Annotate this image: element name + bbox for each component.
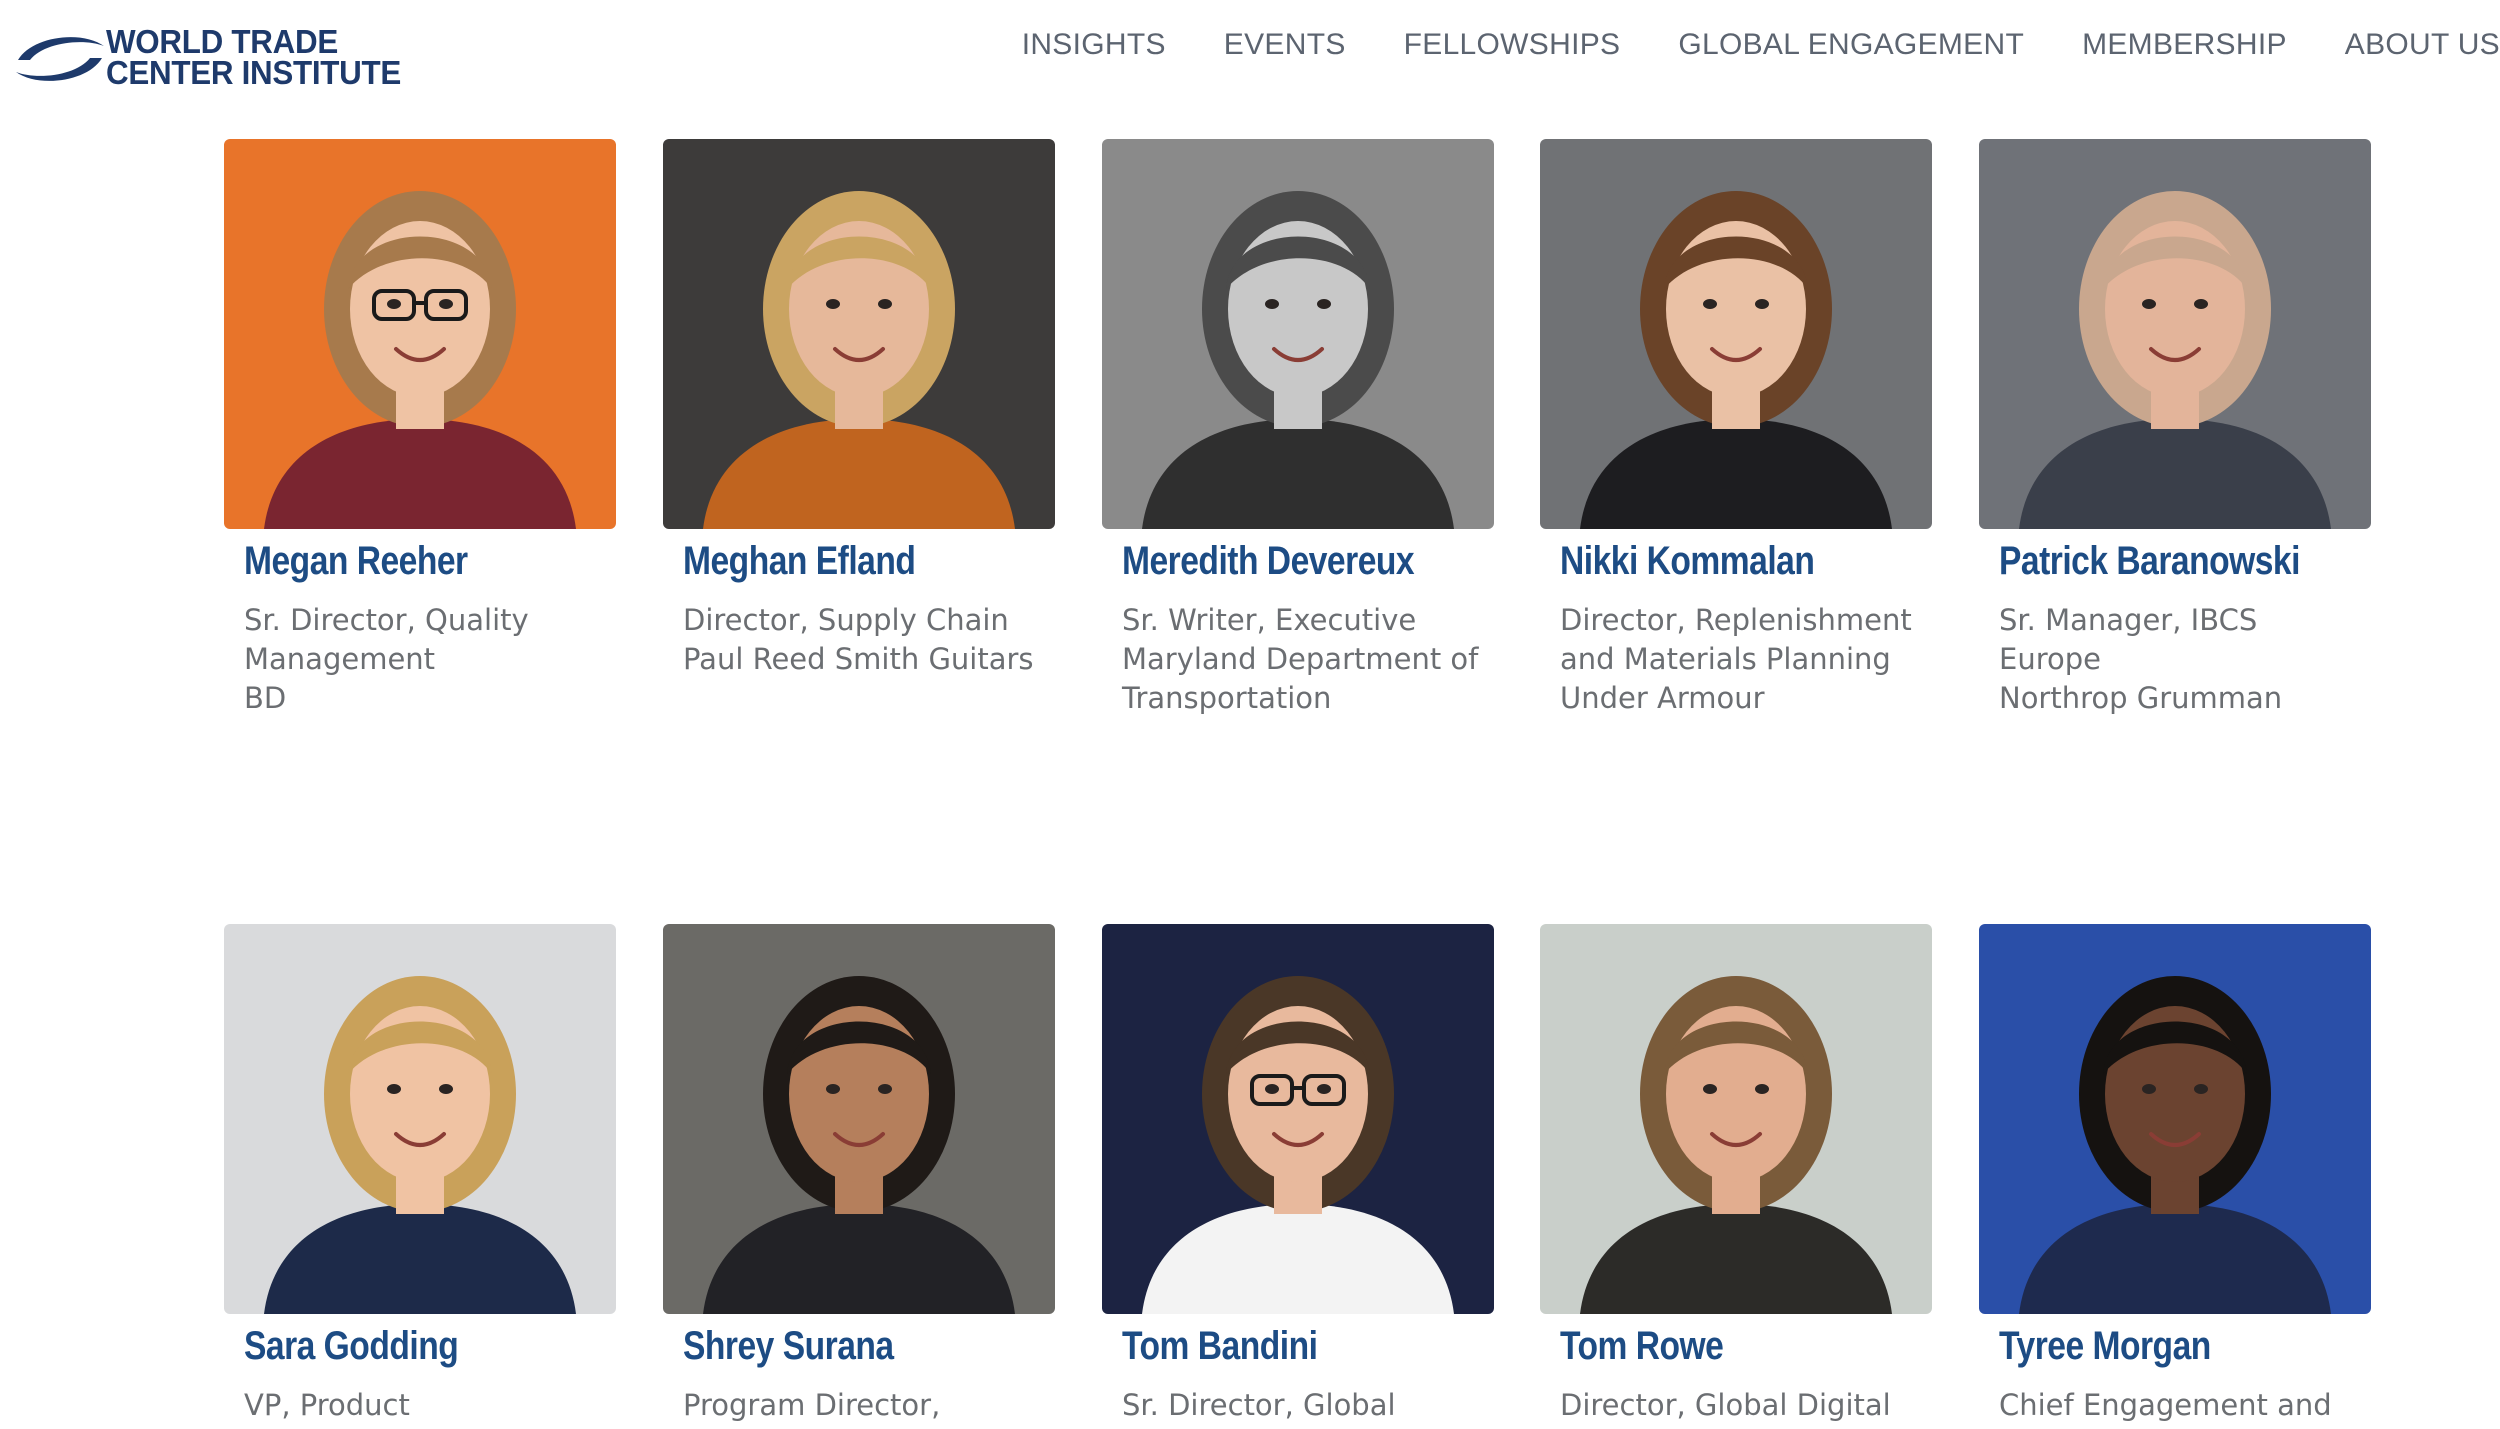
person-name[interactable]: Meghan Efland bbox=[683, 539, 916, 584]
person-portrait-image bbox=[224, 139, 616, 529]
person-role-line: Program Director, bbox=[683, 1388, 941, 1422]
person-role-line: Paul Reed Smith Guitars bbox=[683, 642, 1034, 676]
person-name[interactable]: Patrick Baranowski bbox=[1999, 539, 2300, 584]
person-portrait-image bbox=[1540, 139, 1932, 529]
person-role-line: and Materials Planning bbox=[1560, 642, 1891, 676]
person-role-line: Management bbox=[244, 642, 436, 676]
person-photo[interactable] bbox=[663, 924, 1055, 1314]
person-name[interactable]: Nikki Kommalan bbox=[1560, 539, 1815, 584]
person-role-line: Sr. Director, Global bbox=[1122, 1388, 1396, 1422]
person-role-line: Under Armour bbox=[1560, 681, 1765, 715]
person-role: Director, Replenishment and Materials Pla… bbox=[1560, 601, 1950, 718]
site-header: WORLD TRADE CENTER INSTITUTE INSIGHTS EV… bbox=[0, 0, 2500, 100]
person-role-line: Sr. Manager, IBCS bbox=[1999, 603, 2258, 637]
person-role-line: Director, Global Digital bbox=[1560, 1388, 1891, 1422]
person-role: Program Director, bbox=[683, 1386, 1073, 1425]
person-portrait-image bbox=[224, 924, 616, 1314]
logo-wordmark: WORLD TRADE CENTER INSTITUTE bbox=[106, 23, 402, 91]
person-portrait-image bbox=[1102, 139, 1494, 529]
person-photo[interactable] bbox=[663, 139, 1055, 529]
person-name[interactable]: Megan Reeher bbox=[244, 539, 468, 584]
person-role: Director, Global Digital bbox=[1560, 1386, 1950, 1425]
person-name[interactable]: Tom Rowe bbox=[1560, 1324, 1724, 1369]
person-photo[interactable] bbox=[1102, 139, 1494, 529]
person-role: Director, Supply Chain Paul Reed Smith Gu… bbox=[683, 601, 1073, 679]
nav-global-engagement[interactable]: GLOBAL ENGAGEMENT bbox=[1678, 28, 2024, 68]
nav-events[interactable]: EVENTS bbox=[1224, 28, 1346, 68]
person-role-line: VP, Product bbox=[244, 1388, 410, 1422]
person-role-line: Europe bbox=[1999, 642, 2101, 676]
logo-line-1: WORLD TRADE bbox=[106, 23, 338, 60]
person-portrait-image bbox=[1979, 139, 2371, 529]
person-name[interactable]: Sara Godding bbox=[244, 1324, 459, 1369]
nav-insights[interactable]: INSIGHTS bbox=[1022, 28, 1166, 68]
person-portrait-image bbox=[663, 139, 1055, 529]
logo-swoosh-icon bbox=[16, 37, 104, 81]
nav-about-us[interactable]: ABOUT US bbox=[2345, 28, 2500, 68]
person-name[interactable]: Meredith Devereux bbox=[1122, 539, 1415, 584]
person-role-line: Sr. Director, Quality bbox=[244, 603, 529, 637]
person-name[interactable]: Tyree Morgan bbox=[1999, 1324, 2211, 1369]
person-role-line: Sr. Writer, Executive bbox=[1122, 603, 1417, 637]
person-role-line: Maryland Department of bbox=[1122, 642, 1479, 676]
person-role-line: Northrop Grumman bbox=[1999, 681, 2283, 715]
person-portrait-image bbox=[1102, 924, 1494, 1314]
person-photo[interactable] bbox=[1102, 924, 1494, 1314]
person-role: Chief Engagement and bbox=[1999, 1386, 2389, 1425]
logo-line-2: CENTER INSTITUTE bbox=[106, 54, 402, 91]
person-photo[interactable] bbox=[1979, 139, 2371, 529]
person-role-line: Transportation bbox=[1122, 681, 1332, 715]
person-portrait-image bbox=[1979, 924, 2371, 1314]
person-photo[interactable] bbox=[1979, 924, 2371, 1314]
nav-membership[interactable]: MEMBERSHIP bbox=[2082, 28, 2287, 68]
person-photo[interactable] bbox=[1540, 139, 1932, 529]
person-role-line: Director, Replenishment bbox=[1560, 603, 1912, 637]
person-photo[interactable] bbox=[224, 139, 616, 529]
person-portrait-image bbox=[1540, 924, 1932, 1314]
nav-fellowships[interactable]: FELLOWSHIPS bbox=[1404, 28, 1621, 68]
site-logo[interactable]: WORLD TRADE CENTER INSTITUTE bbox=[12, 22, 401, 94]
person-role: Sr. Director, Global bbox=[1122, 1386, 1512, 1425]
person-name[interactable]: Shrey Surana bbox=[683, 1324, 894, 1369]
page: WORLD TRADE CENTER INSTITUTE INSIGHTS EV… bbox=[0, 0, 2500, 1429]
person-role: Sr. Director, Quality Management BD bbox=[244, 601, 634, 718]
person-name[interactable]: Tom Bandini bbox=[1122, 1324, 1318, 1369]
person-role: Sr. Manager, IBCS Europe Northrop Grumman bbox=[1999, 601, 2389, 718]
main-nav: INSIGHTS EVENTS FELLOWSHIPS GLOBAL ENGAG… bbox=[1022, 28, 2500, 68]
person-role: Sr. Writer, Executive Maryland Department… bbox=[1122, 601, 1512, 718]
person-photo[interactable] bbox=[1540, 924, 1932, 1314]
person-portrait-image bbox=[663, 924, 1055, 1314]
person-photo[interactable] bbox=[224, 924, 616, 1314]
person-role-line: Director, Supply Chain bbox=[683, 603, 1009, 637]
person-role-line: BD bbox=[244, 681, 287, 715]
person-role-line: Chief Engagement and bbox=[1999, 1388, 2332, 1422]
person-role: VP, Product bbox=[244, 1386, 634, 1425]
